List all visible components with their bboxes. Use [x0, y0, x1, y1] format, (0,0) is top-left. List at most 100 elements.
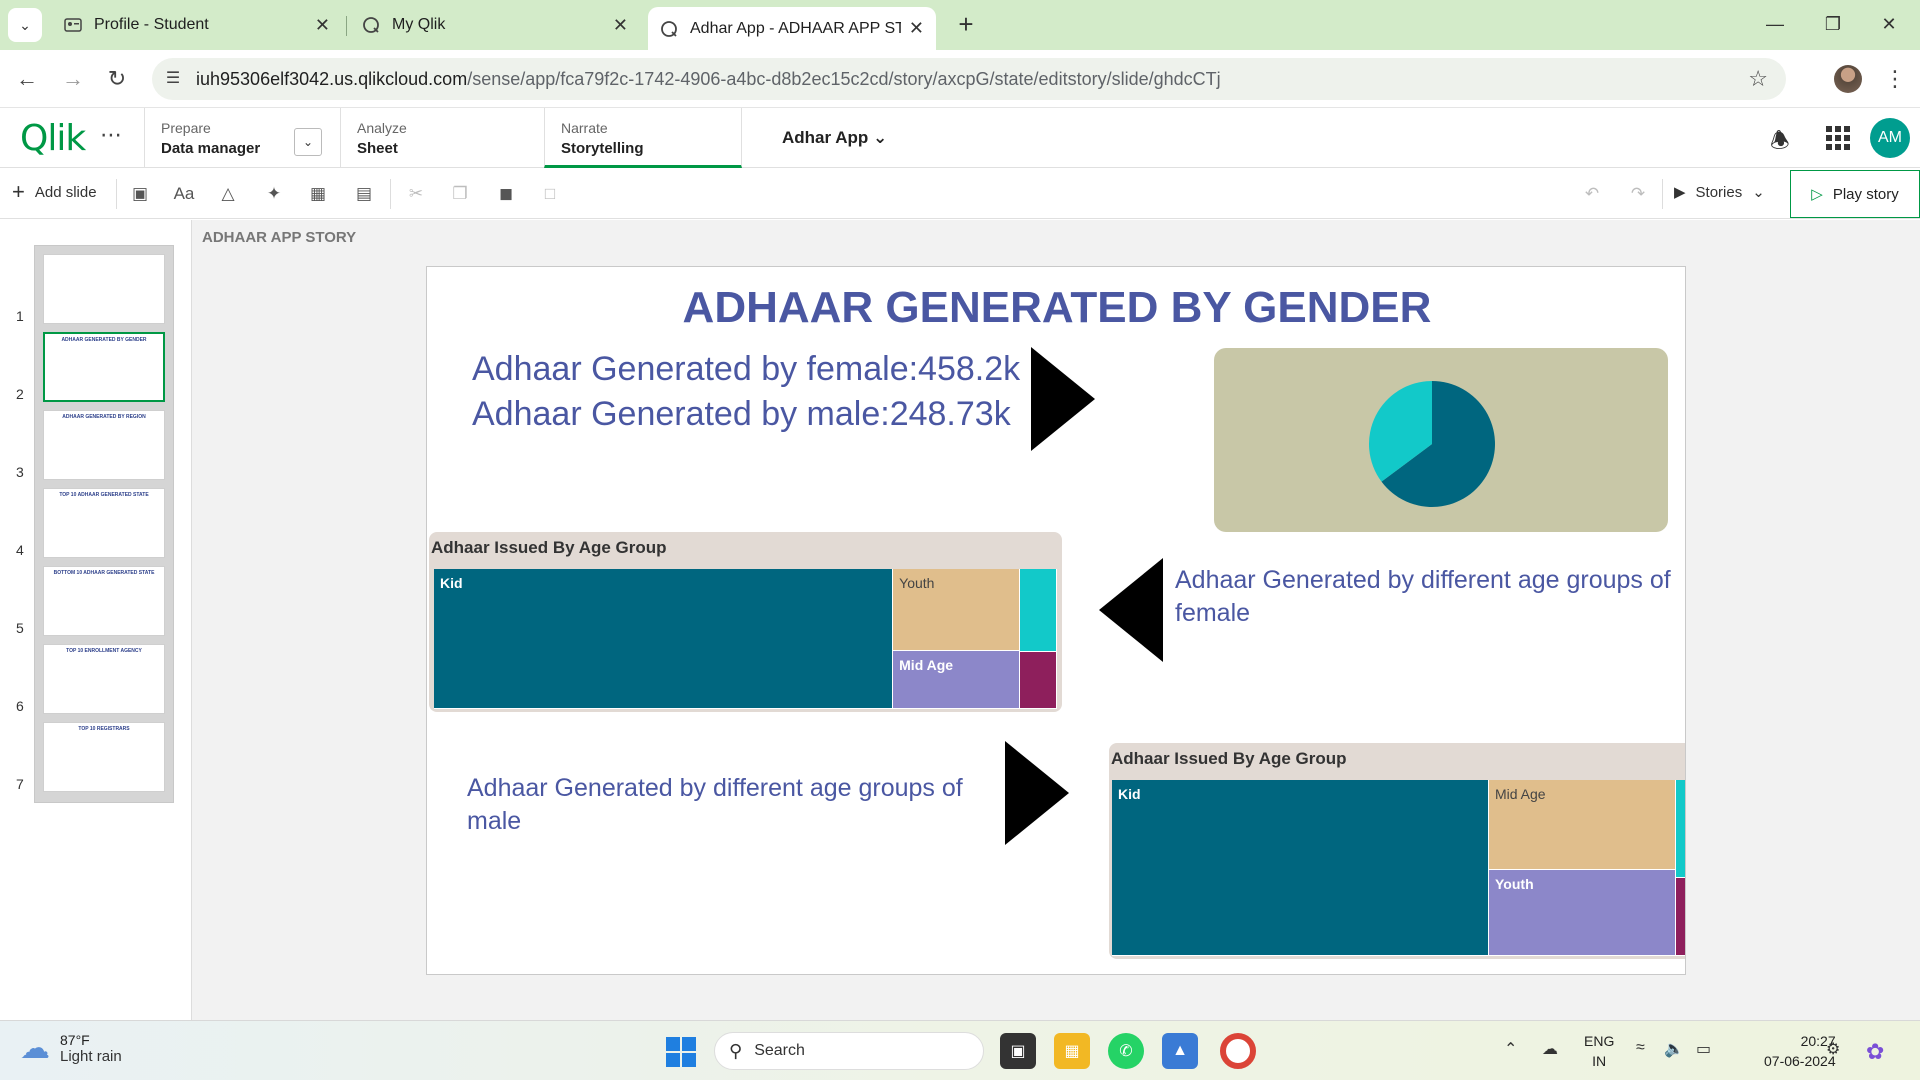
arrow-left-shape[interactable] [1099, 558, 1163, 662]
cut-icon[interactable]: ✂ [404, 182, 428, 206]
male-age-text[interactable]: Adhaar Generated by different age groups… [467, 772, 1007, 838]
browser-tab-adhar-app[interactable]: Adhar App - ADHAAR APP STO ✕ [648, 7, 936, 50]
slide-thumbnail-6[interactable]: TOP 10 ENROLLMENT AGENCY [43, 644, 165, 714]
arrow-right-shape[interactable] [1005, 741, 1069, 845]
back-arrow-icon[interactable]: ← [10, 62, 44, 96]
treemap-area: Kid Mid Age Youth [1112, 780, 1685, 956]
close-window-icon[interactable]: ✕ [1866, 8, 1912, 40]
notifications-bell-icon[interactable]: 🕭 [1770, 124, 1790, 162]
treemap-cell[interactable]: Youth [893, 569, 1021, 652]
new-tab-plus-icon[interactable]: + [950, 9, 982, 41]
whatsapp-icon[interactable]: ✆ [1108, 1033, 1144, 1069]
close-tab-icon[interactable]: ✕ [909, 18, 924, 39]
task-view-icon[interactable]: ▣ [1000, 1033, 1036, 1069]
female-age-treemap[interactable]: Adhaar Issued By Age Group Kid Youth Mid A… [429, 532, 1062, 712]
onedrive-cloud-icon[interactable]: ☁ [1542, 1039, 1558, 1059]
text-icon[interactable]: Aa [172, 182, 196, 206]
nav-analyze[interactable]: Analyze Sheet [340, 108, 542, 168]
address-bar[interactable]: ☰ iuh95306elf3042.us.qlikcloud.com/sense… [152, 58, 1786, 100]
slide-thumbnail-7[interactable]: TOP 10 REGISTRARS [43, 722, 165, 792]
effects-wand-icon[interactable]: ✦ [262, 182, 286, 206]
copilot-icon[interactable]: ✿ [1866, 1039, 1884, 1065]
shapes-icon[interactable]: △ [216, 182, 240, 206]
image-icon[interactable]: ▦ [306, 182, 330, 206]
treemap-cell[interactable]: Kid [1112, 780, 1489, 956]
story-slide[interactable]: ADHAAR GENERATED BY GENDER Adhaar Genera… [426, 266, 1686, 975]
snapshot-icon[interactable]: ▣ [128, 182, 152, 206]
tab-title: Profile - Student [94, 16, 209, 33]
gender-pie-chart[interactable] [1214, 348, 1668, 532]
slide-title[interactable]: ADHAAR GENERATED BY GENDER [427, 283, 1685, 333]
treemap-cell[interactable]: Mid Age [893, 651, 1021, 709]
female-age-text[interactable]: Adhaar Generated by different age groups… [1175, 564, 1675, 630]
gender-count-text[interactable]: Adhaar Generated by female:458.2k Adhaar… [472, 347, 1020, 437]
treemap-cell[interactable] [1020, 652, 1057, 709]
system-clock[interactable]: 20:27 07-06-2024 [1764, 1031, 1836, 1071]
weather-widget[interactable]: ☁ 87°F Light rain [20, 1031, 122, 1066]
male-age-treemap[interactable]: Adhaar Issued By Age Group Kid Mid Age You… [1109, 743, 1685, 959]
restore-icon[interactable]: ❐ [1810, 8, 1856, 40]
windows-start-icon[interactable] [666, 1037, 696, 1067]
taskbar-search[interactable]: ⚲ Search [714, 1032, 984, 1070]
slide-thumbnail-2[interactable]: ADHAAR GENERATED BY GENDER [43, 332, 165, 402]
more-options-icon[interactable]: ⋯ [100, 122, 122, 148]
photos-app-icon[interactable]: ▲ [1162, 1033, 1198, 1069]
browser-tab-my-qlik[interactable]: My Qlik ✕ [350, 7, 640, 43]
browser-menu-icon[interactable]: ⋮ [1880, 62, 1910, 96]
embed-sheet-icon[interactable]: ▤ [352, 182, 376, 206]
add-slide-button[interactable]: + Add slide [12, 181, 97, 203]
user-avatar[interactable]: AM [1870, 118, 1910, 158]
tab-title: Adhar App - ADHAAR APP STO [690, 19, 901, 37]
delete-trash-icon[interactable]: □ [538, 182, 562, 206]
slide-thumbnail-4[interactable]: TOP 10 ADHAAR GENERATED STATE [43, 488, 165, 558]
treemap-title: Adhaar Issued By Age Group [431, 538, 667, 557]
forward-arrow-icon[interactable]: → [56, 62, 90, 96]
slide-thumbnail-1[interactable] [43, 254, 165, 324]
play-story-button[interactable]: ▷ Play story [1790, 170, 1920, 218]
slide-thumbnail-5[interactable]: BOTTOM 10 ADHAAR GENERATED STATE [43, 566, 165, 636]
windows-taskbar: ☁ 87°F Light rain ⚲ Search ▣ ▦ ✆ ▲ ⌃ ☁ E… [0, 1020, 1920, 1080]
male-count-line: Adhaar Generated by male:248.73k [472, 395, 1011, 433]
treemap-cell[interactable] [1676, 780, 1685, 878]
reload-icon[interactable]: ↻ [100, 62, 134, 96]
chevron-down-icon: ⌄ [873, 128, 888, 147]
browser-tab-profile[interactable]: Profile - Student ✕ [52, 7, 342, 43]
treemap-cell[interactable]: Mid Age [1489, 780, 1677, 870]
wifi-icon[interactable]: ≈ [1636, 1039, 1645, 1057]
treemap-cell[interactable]: Youth [1489, 869, 1677, 956]
url-text: iuh95306elf3042.us.qlikcloud.com/sense/a… [196, 69, 1221, 89]
app-launcher-grid-icon[interactable] [1826, 126, 1850, 150]
site-settings-icon[interactable]: ☰ [162, 68, 184, 90]
arrow-right-shape[interactable] [1031, 347, 1095, 451]
notification-center-icon[interactable]: ⚙ [1826, 1039, 1840, 1059]
app-name-dropdown[interactable]: Adhar App ⌄ [782, 128, 887, 148]
toolbar-divider [116, 179, 117, 209]
show-hidden-icons-chevron-icon[interactable]: ⌃ [1504, 1039, 1517, 1059]
arrange-layers-icon[interactable]: ◼ [494, 182, 518, 206]
chrome-icon[interactable] [1220, 1033, 1256, 1069]
slide-thumbnail-3[interactable]: ADHAAR GENERATED BY REGION [43, 410, 165, 480]
minimize-icon[interactable]: — [1752, 8, 1798, 40]
language-indicator[interactable]: ENG IN [1584, 1031, 1614, 1071]
copy-icon[interactable]: ❐ [448, 182, 472, 206]
nav-narrate[interactable]: Narrate Storytelling [544, 108, 742, 168]
qlik-logo[interactable]: Qlik [20, 118, 86, 159]
battery-icon[interactable]: ▭ [1696, 1039, 1711, 1059]
treemap-cell[interactable] [1676, 877, 1685, 956]
close-tab-icon[interactable]: ✕ [613, 15, 628, 36]
prepare-dropdown-chevron-icon[interactable]: ⌄ [294, 128, 322, 156]
undo-icon[interactable]: ↶ [1580, 182, 1604, 206]
tab-search-chevron-icon[interactable]: ⌄ [8, 8, 42, 42]
bookmark-star-icon[interactable]: ☆ [1748, 66, 1768, 92]
browser-profile-avatar[interactable] [1834, 65, 1862, 93]
volume-icon[interactable]: 🔈 [1664, 1039, 1684, 1059]
story-title: ADHAAR APP STORY [202, 229, 357, 246]
treemap-cell[interactable] [1020, 569, 1057, 653]
toolbar-divider [1662, 179, 1663, 209]
file-explorer-icon[interactable]: ▦ [1054, 1033, 1090, 1069]
treemap-cell[interactable]: Kid [434, 569, 894, 709]
treemap-title: Adhaar Issued By Age Group [1111, 749, 1347, 768]
close-tab-icon[interactable]: ✕ [315, 15, 330, 36]
redo-icon[interactable]: ↷ [1626, 182, 1650, 206]
stories-dropdown[interactable]: ▶ Stories ⌄ [1674, 183, 1765, 202]
